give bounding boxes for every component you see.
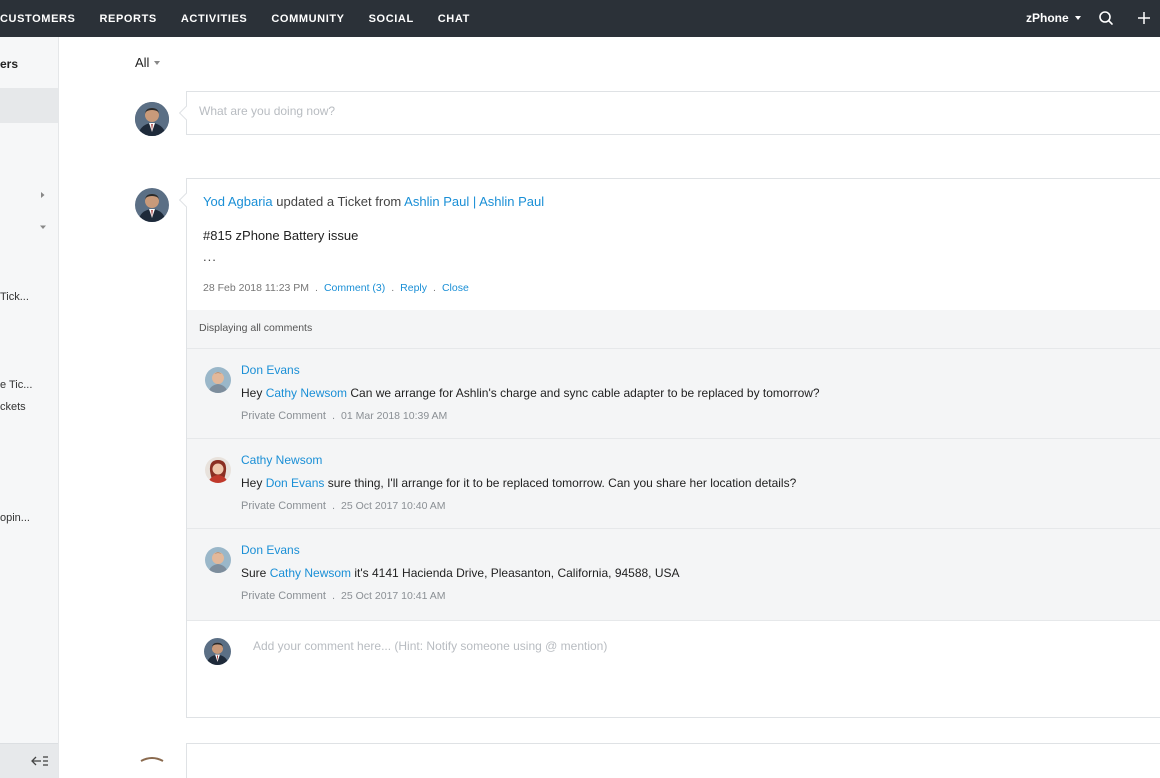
comment-item: Cathy Newsom Hey Don Evans sure thing, I… (187, 438, 1160, 528)
activity-feed-card: Yod Agbaria updated a Ticket from Ashlin… (186, 178, 1160, 718)
main-nav: CUSTOMERS REPORTS ACTIVITIES COMMUNITY S… (0, 0, 494, 37)
activity-headline: Yod Agbaria updated a Ticket from Ashlin… (203, 194, 544, 209)
separator-dot: . (315, 282, 318, 294)
comment-meta: Private Comment. 01 Mar 2018 10:39 AM (241, 410, 447, 422)
top-navigation-bar: CUSTOMERS REPORTS ACTIVITIES COMMUNITY S… (0, 0, 1160, 37)
comment-text: Can we arrange for Ashlin's charge and s… (347, 386, 820, 400)
comment-text-prefix: Sure (241, 566, 270, 580)
comment-count-link[interactable]: Comment (3) (324, 282, 385, 294)
close-link[interactable]: Close (442, 282, 469, 294)
avatar (205, 547, 231, 573)
chevron-down-icon[interactable] (38, 222, 48, 232)
ticket-subject[interactable]: #815 zPhone Battery issue (203, 228, 358, 243)
avatar (205, 457, 231, 483)
comment-item: Don Evans Hey Cathy Newsom Can we arrang… (187, 348, 1160, 438)
comment-text: it's 4141 Hacienda Drive, Pleasanton, Ca… (351, 566, 680, 580)
separator-dot: . (433, 282, 436, 294)
department-switcher[interactable]: zPhone (1026, 11, 1081, 25)
mention-link[interactable]: Don Evans (266, 476, 325, 490)
nav-customers[interactable]: CUSTOMERS (0, 13, 75, 25)
chevron-down-icon (1074, 16, 1081, 20)
nav-chat[interactable]: CHAT (438, 13, 470, 25)
activity-feed-card-next (186, 743, 1160, 778)
activity-meta: 28 Feb 2018 11:23 PM. Comment (3). Reply. C… (203, 282, 469, 294)
nav-activities[interactable]: ACTIVITIES (181, 13, 248, 25)
sidebar-item-label[interactable]: ckets (0, 401, 26, 413)
department-name: zPhone (1026, 11, 1069, 25)
comment-author-link[interactable]: Don Evans (241, 543, 300, 557)
mention-link[interactable]: Cathy Newsom (270, 566, 351, 580)
sidebar-item-active[interactable] (0, 88, 58, 123)
comment-input[interactable] (253, 639, 853, 653)
comment-text: sure thing, I'll arrange for it to be re… (324, 476, 797, 490)
feed-filter-dropdown[interactable]: All (135, 55, 161, 70)
separator-dot: . (331, 410, 336, 422)
status-composer[interactable] (186, 91, 1160, 135)
comment-visibility: Private Comment (241, 500, 326, 512)
sidebar-footer (0, 743, 58, 778)
comment-composer (187, 620, 1160, 717)
activity-action-text: updated a Ticket from (272, 194, 405, 209)
avatar (135, 188, 169, 222)
comment-visibility: Private Comment (241, 590, 326, 602)
status-input[interactable] (199, 104, 799, 118)
chevron-right-icon[interactable] (38, 190, 48, 200)
separator-dot: . (331, 500, 336, 512)
comment-timestamp: 01 Mar 2018 10:39 AM (341, 410, 448, 422)
search-icon[interactable] (1097, 9, 1115, 27)
chevron-down-icon (154, 60, 161, 65)
nav-community[interactable]: COMMUNITY (271, 13, 344, 25)
comment-author-link[interactable]: Don Evans (241, 363, 300, 377)
comment-text-prefix: Hey (241, 476, 266, 490)
sidebar: ers Tick... e Tic... ckets opin... (0, 37, 59, 778)
sidebar-item-label[interactable]: e Tic... (0, 379, 32, 391)
avatar (204, 638, 231, 665)
comment-author-link[interactable]: Cathy Newsom (241, 453, 322, 467)
activity-timestamp: 28 Feb 2018 11:23 PM (203, 282, 310, 294)
nav-reports[interactable]: REPORTS (99, 13, 156, 25)
avatar (205, 367, 231, 393)
avatar (135, 755, 169, 778)
comment-visibility: Private Comment (241, 410, 326, 422)
comment-meta: Private Comment. 25 Oct 2017 10:41 AM (241, 590, 446, 602)
collapse-sidebar-icon[interactable] (31, 754, 49, 768)
comments-label: Displaying all comments (199, 322, 313, 334)
comment-body: Hey Cathy Newsom Can we arrange for Ashl… (241, 386, 820, 400)
comments-section: Displaying all comments Don Evans Hey Ca… (187, 310, 1160, 620)
actor-link[interactable]: Yod Agbaria (203, 194, 273, 209)
more-ellipsis[interactable]: ... (203, 249, 217, 264)
mention-link[interactable]: Cathy Newsom (266, 386, 347, 400)
separator-text: | (469, 194, 480, 209)
comment-meta: Private Comment. 25 Oct 2017 10:40 AM (241, 500, 446, 512)
comment-body: Hey Don Evans sure thing, I'll arrange f… (241, 476, 796, 490)
plus-icon[interactable] (1135, 9, 1153, 27)
sidebar-item-label[interactable]: opin... (0, 512, 30, 524)
comment-timestamp: 25 Oct 2017 10:41 AM (341, 590, 446, 602)
sidebar-title: ers (0, 57, 19, 71)
comment-item: Don Evans Sure Cathy Newsom it's 4141 Ha… (187, 528, 1160, 618)
avatar (135, 102, 169, 136)
comment-text-prefix: Hey (241, 386, 266, 400)
nav-social[interactable]: SOCIAL (369, 13, 414, 25)
sidebar-item-label[interactable]: Tick... (0, 291, 29, 303)
contact-link[interactable]: Ashlin Paul (404, 194, 469, 209)
separator-dot: . (331, 590, 336, 602)
comment-timestamp: 25 Oct 2017 10:40 AM (341, 500, 446, 512)
filter-label: All (135, 55, 150, 70)
reply-link[interactable]: Reply (400, 282, 427, 294)
comment-body: Sure Cathy Newsom it's 4141 Hacienda Dri… (241, 566, 680, 580)
separator-dot: . (391, 282, 395, 294)
account-link[interactable]: Ashlin Paul (479, 194, 544, 209)
